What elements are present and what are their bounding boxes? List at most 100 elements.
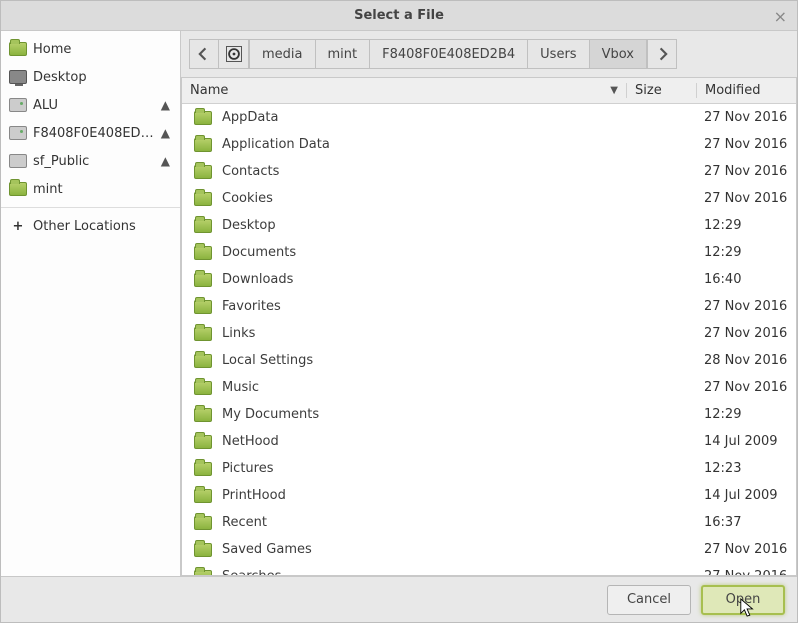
folder-icon <box>194 192 212 206</box>
folder-icon <box>194 138 212 152</box>
open-button-label: Open <box>726 592 761 607</box>
cancel-button-label: Cancel <box>627 592 671 607</box>
table-row[interactable]: Favorites27 Nov 2016 <box>182 293 796 320</box>
path-segment-users[interactable]: Users <box>528 39 589 69</box>
drive-icon <box>9 126 27 140</box>
sidebar-separator <box>1 207 180 208</box>
sidebar-item-desktop[interactable]: Desktop <box>1 63 180 91</box>
table-row[interactable]: Searches 27 Nov 2016 <box>182 563 796 576</box>
file-modified: 16:37 <box>696 515 796 530</box>
file-name: Music <box>222 380 259 395</box>
cancel-button[interactable]: Cancel <box>607 585 691 615</box>
path-segment-label: F8408F0E408ED2B4 <box>382 47 515 62</box>
table-row[interactable]: Recent 16:37 <box>182 509 796 536</box>
path-segment-label: mint <box>328 47 358 62</box>
sidebar-item-label: F8408F0E408ED2B4 <box>33 126 159 141</box>
sidebar-item-label: sf_Public <box>33 154 159 169</box>
mint-icon <box>9 182 27 196</box>
path-back-button[interactable] <box>189 39 219 69</box>
folder-icon <box>194 381 212 395</box>
folder-icon <box>194 300 212 314</box>
folder-icon <box>194 354 212 368</box>
file-name: AppData <box>222 110 278 125</box>
column-header-name-label: Name <box>190 83 228 98</box>
sort-indicator-icon: ▼ <box>610 85 618 96</box>
window-title: Select a File <box>354 8 444 23</box>
open-button[interactable]: Open <box>701 585 785 615</box>
file-name: Documents <box>222 245 296 260</box>
folder-icon <box>194 327 212 341</box>
table-row[interactable]: PrintHood14 Jul 2009 <box>182 482 796 509</box>
table-row[interactable]: Links27 Nov 2016 <box>182 320 796 347</box>
file-modified: 14 Jul 2009 <box>696 434 796 449</box>
table-row[interactable]: My Documents12:29 <box>182 401 796 428</box>
folder-icon <box>194 408 212 422</box>
sidebar-item-alu[interactable]: ALU▲ <box>1 91 180 119</box>
drive-icon <box>9 98 27 112</box>
table-row[interactable]: Saved Games27 Nov 2016 <box>182 536 796 563</box>
column-header-name[interactable]: Name ▼ <box>182 83 626 98</box>
file-modified: 27 Nov 2016 <box>696 569 796 576</box>
path-root-button[interactable] <box>219 39 249 69</box>
path-forward-button[interactable] <box>647 39 677 69</box>
file-name: Recent <box>222 515 267 530</box>
table-row[interactable]: AppData27 Nov 2016 <box>182 104 796 131</box>
path-segment-f8408f0e408ed2b4[interactable]: F8408F0E408ED2B4 <box>370 39 528 69</box>
column-headers: Name ▼ Size Modified <box>182 78 796 104</box>
file-modified: 12:29 <box>696 245 796 260</box>
table-row[interactable]: Documents 12:29 <box>182 239 796 266</box>
main-pane: media mint F8408F0E408ED2B4 UsersVbox Name … <box>181 31 797 576</box>
titlebar: Select a File × <box>1 1 797 31</box>
file-name: Pictures <box>222 461 273 476</box>
file-modified: 27 Nov 2016 <box>696 380 796 395</box>
table-row[interactable]: Music 27 Nov 2016 <box>182 374 796 401</box>
eject-icon[interactable]: ▲ <box>159 126 172 140</box>
folder-icon <box>194 516 212 530</box>
folder-icon <box>194 435 212 449</box>
sidebar-item-label: Other Locations <box>33 219 172 234</box>
table-row[interactable]: Desktop12:29 <box>182 212 796 239</box>
sidebar-item-mint[interactable]: mint <box>1 175 180 203</box>
sidebar-item-sf-public[interactable]: sf_Public▲ <box>1 147 180 175</box>
file-modified: 12:29 <box>696 407 796 422</box>
folder-icon <box>194 165 212 179</box>
file-name: Contacts <box>222 164 279 179</box>
sidebar-item-label: Home <box>33 42 172 57</box>
file-modified: 28 Nov 2016 <box>696 353 796 368</box>
file-chooser-window: Select a File × HomeDesktopALU▲F8408F0E4… <box>0 0 798 623</box>
places-sidebar: HomeDesktopALU▲F8408F0E408ED2B4▲sf_Publi… <box>1 31 181 576</box>
file-name: Searches <box>222 569 281 576</box>
folder-icon <box>194 219 212 233</box>
table-row[interactable]: Local Settings 28 Nov 2016 <box>182 347 796 374</box>
path-segment-media[interactable]: media <box>249 39 316 69</box>
file-name: Local Settings <box>222 353 313 368</box>
column-header-size[interactable]: Size <box>626 83 696 98</box>
file-modified: 27 Nov 2016 <box>696 137 796 152</box>
table-row[interactable]: Contacts 27 Nov 2016 <box>182 158 796 185</box>
path-segment-mint[interactable]: mint <box>316 39 371 69</box>
sidebar-item-label: Desktop <box>33 70 172 85</box>
file-name: Application Data <box>222 137 330 152</box>
file-name: Favorites <box>222 299 281 314</box>
table-row[interactable]: Downloads16:40 <box>182 266 796 293</box>
folder-icon <box>194 273 212 287</box>
close-icon[interactable]: × <box>774 7 787 26</box>
eject-icon[interactable]: ▲ <box>159 98 172 112</box>
path-segment-vbox[interactable]: Vbox <box>590 39 647 69</box>
table-row[interactable]: NetHood14 Jul 2009 <box>182 428 796 455</box>
sidebar-item-f8408f0e408ed2b4[interactable]: F8408F0E408ED2B4▲ <box>1 119 180 147</box>
file-modified: 27 Nov 2016 <box>696 542 796 557</box>
folder-icon <box>194 489 212 503</box>
file-name: Downloads <box>222 272 293 287</box>
file-modified: 27 Nov 2016 <box>696 326 796 341</box>
column-header-modified[interactable]: Modified <box>696 83 796 98</box>
file-modified: 27 Nov 2016 <box>696 164 796 179</box>
table-row[interactable]: Application Data 27 Nov 2016 <box>182 131 796 158</box>
eject-icon[interactable]: ▲ <box>159 154 172 168</box>
sidebar-item-other-locations[interactable]: +Other Locations <box>1 212 180 240</box>
table-row[interactable]: Pictures12:23 <box>182 455 796 482</box>
sidebar-item-home[interactable]: Home <box>1 35 180 63</box>
file-modified: 12:29 <box>696 218 796 233</box>
table-row[interactable]: Cookies27 Nov 2016 <box>182 185 796 212</box>
file-list[interactable]: Name ▼ Size Modified AppData27 Nov 2016A… <box>181 77 797 576</box>
